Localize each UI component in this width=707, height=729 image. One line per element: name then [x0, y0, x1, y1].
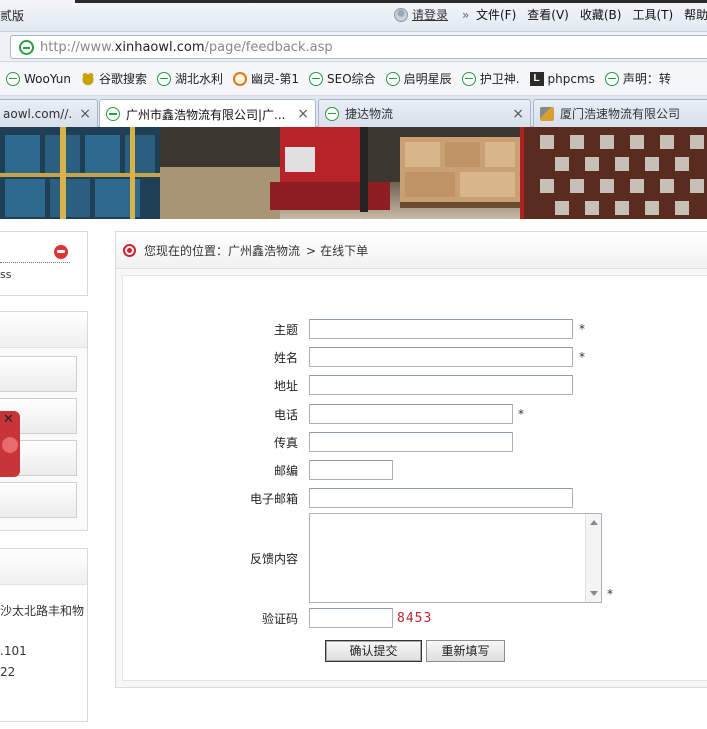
textarea-scrollbar[interactable]	[585, 514, 601, 602]
scroll-up-icon[interactable]	[590, 520, 598, 525]
breadcrumb-current: 在线下单	[320, 243, 369, 258]
window-top-edge	[75, 0, 707, 3]
feedback-form: 主题 * 姓名 * 地址 电话 * 传真 邮编 电子邮箱 反馈内容 * 验证码 …	[122, 275, 707, 681]
subject-required-mark: *	[579, 322, 585, 336]
page-icon	[461, 71, 476, 86]
target-icon	[123, 243, 136, 257]
favorite-google-search[interactable]: 谷歌搜索	[81, 70, 147, 87]
favorite-venustech[interactable]: 启明星辰	[385, 70, 452, 87]
browser-title-bar: 贰版 请登录 » 文件(F) 查看(V) 收藏(B) 工具(T) 帮助(	[0, 0, 707, 32]
menu-help[interactable]: 帮助(	[684, 6, 707, 23]
name-input[interactable]	[309, 347, 573, 367]
phone-input[interactable]	[309, 404, 513, 424]
contact-address: 沙太北路丰和物	[0, 604, 85, 618]
fax-input[interactable]	[309, 432, 513, 452]
floating-paw-widget[interactable]: ✕	[0, 411, 20, 477]
truck-icon	[540, 106, 554, 121]
user-area: 请登录 »	[394, 6, 469, 23]
page-icon	[604, 71, 619, 86]
address-bar: http://www.xinhaowl.com/page/feedback.as…	[0, 32, 707, 62]
captcha-code[interactable]: 8453	[397, 611, 432, 626]
warehouse-banner	[0, 127, 707, 219]
phone-required-mark: *	[518, 407, 524, 421]
favorite-hws[interactable]: 护卫神.	[461, 70, 520, 87]
fax-label: 传真	[273, 436, 298, 450]
contact-fax: 22	[0, 665, 16, 679]
close-icon[interactable]: ×	[79, 106, 91, 122]
name-label: 姓名	[273, 351, 298, 365]
dog-icon	[81, 71, 96, 86]
L-icon: L	[529, 71, 544, 86]
page-icon	[106, 107, 120, 121]
close-icon[interactable]: ×	[512, 106, 524, 122]
banner-image	[0, 127, 707, 219]
arrow-circle-icon[interactable]	[54, 245, 68, 259]
menu-bar: 文件(F) 查看(V) 收藏(B) 工具(T) 帮助(	[476, 6, 707, 23]
contact-phone: .101	[0, 644, 27, 658]
more-chevron-icon[interactable]: »	[462, 8, 469, 22]
sidebar-login-box: ss	[0, 231, 88, 296]
address-input[interactable]	[309, 375, 573, 395]
menu-tools[interactable]: 工具(T)	[632, 6, 673, 23]
menu-view[interactable]: 查看(V)	[527, 6, 569, 23]
favorite-phpcms[interactable]: Lphpcms	[529, 71, 595, 86]
close-icon[interactable]: ✕	[3, 413, 14, 427]
tab-jieda[interactable]: 捷达物流 ×	[318, 99, 531, 127]
url-field[interactable]: http://www.xinhaowl.com/page/feedback.as…	[10, 35, 707, 59]
scroll-down-icon[interactable]	[590, 591, 598, 596]
dotted-divider	[0, 262, 70, 263]
close-icon[interactable]: ×	[297, 106, 309, 122]
name-required-mark: *	[579, 350, 585, 364]
sidebar-partial-text: ss	[0, 268, 12, 281]
breadcrumb-home-link[interactable]: 广州鑫浩物流	[228, 244, 300, 258]
favorite-statement[interactable]: 声明：转	[604, 70, 671, 87]
captcha-label: 验证码	[261, 612, 298, 626]
login-link[interactable]: 请登录	[412, 6, 448, 23]
captcha-input[interactable]	[309, 608, 393, 628]
page-icon	[157, 71, 172, 86]
subject-label: 主题	[273, 323, 298, 337]
zip-input[interactable]	[309, 460, 393, 480]
tab-xinhaowl-active[interactable]: 广州市鑫浩物流有限公司|广... ×	[99, 99, 316, 128]
favorite-seo[interactable]: SEO综合	[309, 70, 376, 87]
email-label: 电子邮箱	[249, 492, 298, 506]
paw-icon	[2, 437, 18, 453]
page-icon	[385, 71, 400, 86]
content-label: 反馈内容	[249, 552, 298, 566]
email-input[interactable]	[309, 488, 573, 508]
sidebar-contact-header	[0, 549, 87, 585]
sidebar-nav-header	[0, 312, 87, 348]
window-title-fragment: 贰版	[0, 9, 25, 23]
tab-bar: aowl.com//... × 广州市鑫浩物流有限公司|广... × 捷达物流 …	[0, 96, 707, 128]
sidebar-nav-button-1[interactable]	[0, 356, 77, 392]
face-icon	[233, 71, 248, 86]
zip-label: 邮编	[273, 464, 298, 478]
menu-file[interactable]: 文件(F)	[476, 6, 516, 23]
content-required-mark: *	[607, 587, 613, 601]
subject-input[interactable]	[309, 319, 573, 339]
sidebar-nav-button-4[interactable]	[0, 482, 77, 518]
reset-button[interactable]: 重新填写	[426, 640, 505, 662]
url-text: http://www.xinhaowl.com/page/feedback.as…	[40, 39, 333, 55]
breadcrumb-text: 您现在的位置：广州鑫浩物流 > 在线下单	[144, 243, 369, 258]
page-icon	[19, 39, 34, 55]
tab-xinhaowl-prev[interactable]: aowl.com//... ×	[0, 99, 98, 127]
breadcrumb: 您现在的位置：广州鑫浩物流 > 在线下单	[116, 232, 707, 269]
page-icon	[309, 71, 324, 86]
tab-xiamen[interactable]: 厦门浩速物流有限公司	[533, 99, 707, 127]
user-icon	[394, 7, 408, 22]
favorite-hubei-water[interactable]: 湖北水利	[157, 70, 223, 87]
menu-favorites[interactable]: 收藏(B)	[580, 6, 622, 23]
content-textarea[interactable]	[309, 513, 602, 603]
main-content: 您现在的位置：广州鑫浩物流 > 在线下单 主题 * 姓名 * 地址 电话 * 传真 …	[115, 231, 707, 688]
favorite-wooyun[interactable]: WooYun	[6, 71, 71, 86]
address-label: 地址	[273, 379, 298, 393]
favorites-bar: WooYun 谷歌搜索 湖北水利 幽灵-第1 SEO综合 启明星辰 护卫神. L…	[0, 62, 707, 96]
page-icon	[6, 71, 20, 86]
page-icon	[325, 106, 339, 121]
phone-label: 电话	[273, 408, 298, 422]
submit-button[interactable]: 确认提交	[325, 640, 422, 662]
sidebar-contact-box: 沙太北路丰和物 .101 22	[0, 548, 88, 722]
favorite-ghost[interactable]: 幽灵-第1	[233, 70, 299, 87]
